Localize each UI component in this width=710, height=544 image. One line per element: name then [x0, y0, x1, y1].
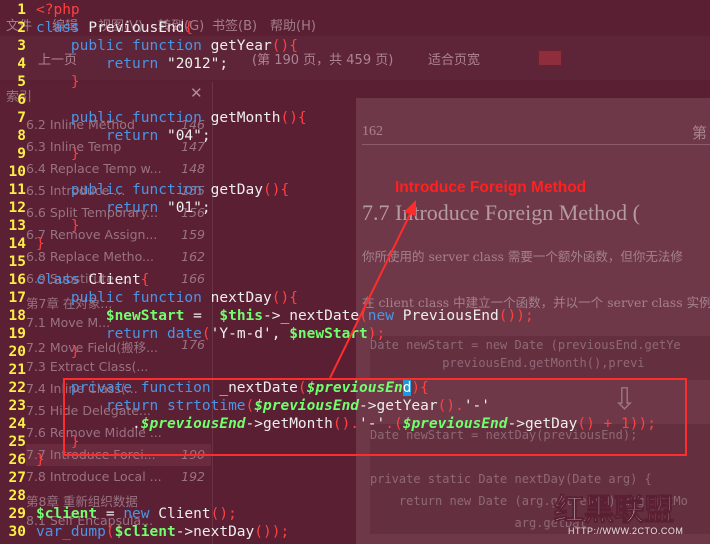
code-line: } — [36, 236, 45, 252]
line-number: 6 — [17, 92, 26, 108]
code-editor[interactable]: 1 2 3 4 5 6 7 8 9 10 11 12 13 14 15 16 17 18 19 20 21 22 23 24 2… — [0, 0, 710, 544]
line-number: 21 — [8, 362, 26, 378]
line-number-row: 6 — [0, 91, 710, 109]
line-number-row: 15 — [0, 253, 710, 271]
code-line: public function nextDay(){ — [70, 290, 298, 306]
code-line: } — [70, 218, 80, 234]
code-line: var_dump($client->nextDay()); — [36, 524, 290, 540]
code-line: return date('Y-m-d', $newStart); — [105, 326, 386, 342]
annotation-title: Introduce Foreign Method — [395, 179, 587, 196]
highlight-box — [63, 378, 687, 456]
code-line: } — [70, 146, 80, 162]
code-line: } — [70, 74, 80, 90]
code-line: public function getMonth(){ — [70, 110, 307, 126]
code-line: } — [70, 344, 80, 360]
code-line: return "01"; — [105, 200, 211, 216]
line-number-row: 28 — [0, 487, 710, 505]
code-line: class Client{ — [36, 272, 150, 288]
line-number-row: 27 — [0, 469, 710, 487]
code-line: class PreviousEnd{ — [36, 20, 194, 36]
code-line: public function getYear(){ — [70, 38, 298, 54]
line-number-row: 10 — [0, 163, 710, 181]
code-line: return "04"; — [105, 128, 211, 144]
code-line: $newStart = $this->_nextDate(new Previou… — [105, 308, 534, 324]
code-line: $client = new Client(); — [36, 506, 237, 522]
line-number: 10 — [8, 164, 26, 180]
line-number: 15 — [8, 254, 26, 270]
code-line: public function getDay(){ — [70, 182, 290, 198]
line-number: 28 — [8, 488, 26, 504]
line-number: 27 — [8, 470, 26, 486]
code-line: } — [36, 452, 45, 468]
code-line: <?php — [36, 2, 80, 18]
code-line: return "2012"; — [105, 56, 229, 72]
line-number-row: 21 — [0, 361, 710, 379]
